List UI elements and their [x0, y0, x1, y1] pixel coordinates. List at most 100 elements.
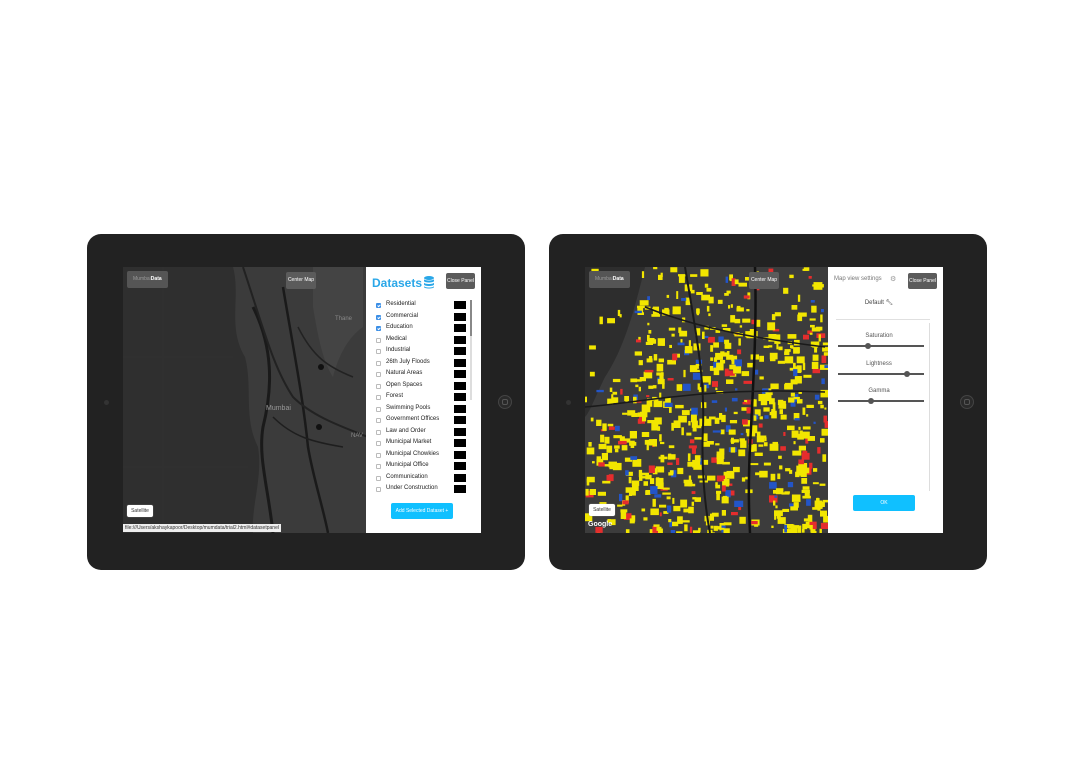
map-label-mumbai: Mumbai [266, 405, 291, 412]
datasets-title: Datasets [372, 276, 423, 290]
dataset-color-swatch[interactable] [454, 462, 466, 470]
slider-handle-gamma[interactable] [867, 398, 874, 404]
dataset-item[interactable]: Communication [376, 473, 466, 485]
dataset-checkbox[interactable] [376, 372, 381, 377]
dataset-checkbox[interactable] [376, 383, 381, 389]
dataset-item[interactable]: 26th July Floods [376, 358, 466, 370]
center-map-button[interactable]: Center Map [286, 272, 316, 289]
dataset-checkbox[interactable] [376, 303, 381, 308]
dataset-label: Swimming Pools [386, 404, 431, 411]
dataset-color-swatch[interactable] [454, 393, 466, 401]
dataset-item[interactable]: Natural Areas [376, 369, 466, 381]
dataset-scrollbar-thumb[interactable] [470, 300, 472, 336]
database-icon [424, 276, 434, 289]
dataset-checkbox[interactable] [376, 314, 381, 320]
satellite-button[interactable]: Satellite [127, 505, 153, 517]
datasets-panel: Datasets Close Panel Residential Commerci… [366, 267, 481, 533]
dataset-color-swatch[interactable] [454, 370, 466, 378]
dataset-checkbox[interactable] [376, 326, 381, 331]
dataset-color-swatch[interactable] [454, 427, 466, 436]
slider-handle-lightness[interactable] [903, 371, 910, 377]
dataset-color-swatch[interactable] [454, 404, 466, 413]
gear-icon: ⚙ [890, 276, 897, 283]
close-panel-button[interactable]: Close Panel [446, 273, 475, 289]
app-logo[interactable]: MumbaiData [589, 271, 630, 288]
dataset-item[interactable]: Forest [376, 392, 466, 404]
dataset-item[interactable]: Government Offices [376, 415, 466, 427]
dataset-item[interactable]: Industrial [376, 346, 466, 358]
dataset-item[interactable]: Swimming Pools [376, 404, 466, 416]
default-preset[interactable]: Default 🔧︎ [828, 299, 930, 306]
dataset-color-swatch[interactable] [454, 381, 466, 390]
dataset-color-swatch[interactable] [454, 473, 466, 482]
dataset-checkbox[interactable] [376, 360, 381, 366]
dataset-label: Forest [386, 393, 404, 399]
slider-label-lightness: Lightness [866, 361, 892, 367]
dataset-checkbox[interactable] [376, 406, 381, 412]
dataset-checkbox[interactable] [376, 418, 381, 423]
add-selected-dataset-button[interactable]: Add Selected Dataset + [391, 503, 453, 519]
dataset-label: 26th July Floods [386, 358, 430, 365]
dataset-checkbox[interactable] [376, 429, 381, 435]
google-logo: Google [588, 521, 613, 528]
dataset-checkbox[interactable] [376, 475, 381, 481]
status-url: file:///Users/akshaykapoor/Desktop/mumda… [123, 524, 281, 532]
settings-divider [836, 319, 930, 320]
dataset-color-swatch[interactable] [454, 416, 466, 424]
dataset-color-swatch[interactable] [454, 301, 466, 309]
dataset-item[interactable]: Residential [376, 300, 466, 312]
dataset-item[interactable]: Medical [376, 335, 466, 347]
dataset-color-swatch[interactable] [454, 485, 466, 493]
settings-title: Map view settings [834, 276, 882, 282]
slider-label-saturation: Saturation [865, 333, 893, 339]
dataset-label: Communication [386, 473, 428, 480]
slider-track-lightness[interactable] [838, 373, 924, 375]
dataset-checkbox[interactable] [376, 464, 381, 469]
dataset-item[interactable]: Commercial [376, 312, 466, 324]
center-map-button[interactable]: Center Map [749, 272, 779, 289]
logo-light-text: Mumbai [133, 276, 151, 282]
dataset-color-swatch[interactable] [454, 335, 466, 344]
dataset-item[interactable]: Under Construction [376, 484, 466, 496]
dataset-list: Residential Commercial Education Medical Ind… [376, 300, 466, 496]
slider-track-saturation[interactable] [838, 345, 924, 347]
logo-bold-text: Data [150, 276, 162, 282]
dataset-checkbox[interactable] [376, 395, 381, 400]
dataset-label: Municipal Chowkies [386, 450, 440, 457]
dataset-item[interactable]: Open Spaces [376, 381, 466, 393]
dataset-label: Education [386, 324, 413, 330]
dataset-checkbox[interactable] [376, 487, 381, 492]
dataset-checkbox[interactable] [376, 441, 381, 446]
dataset-checkbox[interactable] [376, 349, 381, 354]
dataset-label: Open Spaces [386, 381, 423, 388]
dataset-label: Government Offices [386, 416, 440, 422]
dataset-color-swatch[interactable] [454, 347, 466, 355]
default-label: Default [864, 300, 884, 306]
satellite-button[interactable]: Satellite [589, 504, 615, 516]
dataset-color-swatch[interactable] [454, 358, 466, 367]
dataset-checkbox[interactable] [376, 452, 381, 458]
dataset-checkbox[interactable] [376, 337, 381, 343]
right-tablet-frame: MumbaiData Center Map Satellite Google M… [549, 234, 987, 570]
dataset-item[interactable]: Law and Order [376, 427, 466, 439]
dataset-color-swatch[interactable] [454, 324, 466, 332]
dataset-color-swatch[interactable] [454, 439, 466, 447]
dataset-item[interactable]: Municipal Market [376, 438, 466, 450]
dataset-label: Residential [386, 301, 416, 307]
logo-bold-text: Data [612, 276, 624, 282]
app-logo[interactable]: MumbaiData [127, 271, 168, 288]
slider-handle-saturation[interactable] [865, 343, 872, 349]
dataset-item[interactable]: Municipal Office [376, 461, 466, 473]
slider-label-gamma: Gamma [868, 388, 890, 394]
close-panel-button[interactable]: Close Panel [908, 273, 937, 289]
map-view-settings-panel: Map view settings ⚙ Close Panel Default … [828, 267, 943, 533]
dataset-item[interactable]: Municipal Chowkies [376, 450, 466, 462]
dataset-label: Municipal Office [386, 462, 429, 468]
dataset-color-swatch[interactable] [454, 450, 466, 459]
dataset-color-swatch[interactable] [454, 312, 466, 321]
ok-button[interactable]: OK [853, 495, 915, 511]
dataset-label: Municipal Market [386, 439, 432, 445]
dataset-label: Natural Areas [386, 370, 423, 376]
dataset-item[interactable]: Education [376, 323, 466, 335]
slider-track-gamma[interactable] [838, 400, 924, 402]
